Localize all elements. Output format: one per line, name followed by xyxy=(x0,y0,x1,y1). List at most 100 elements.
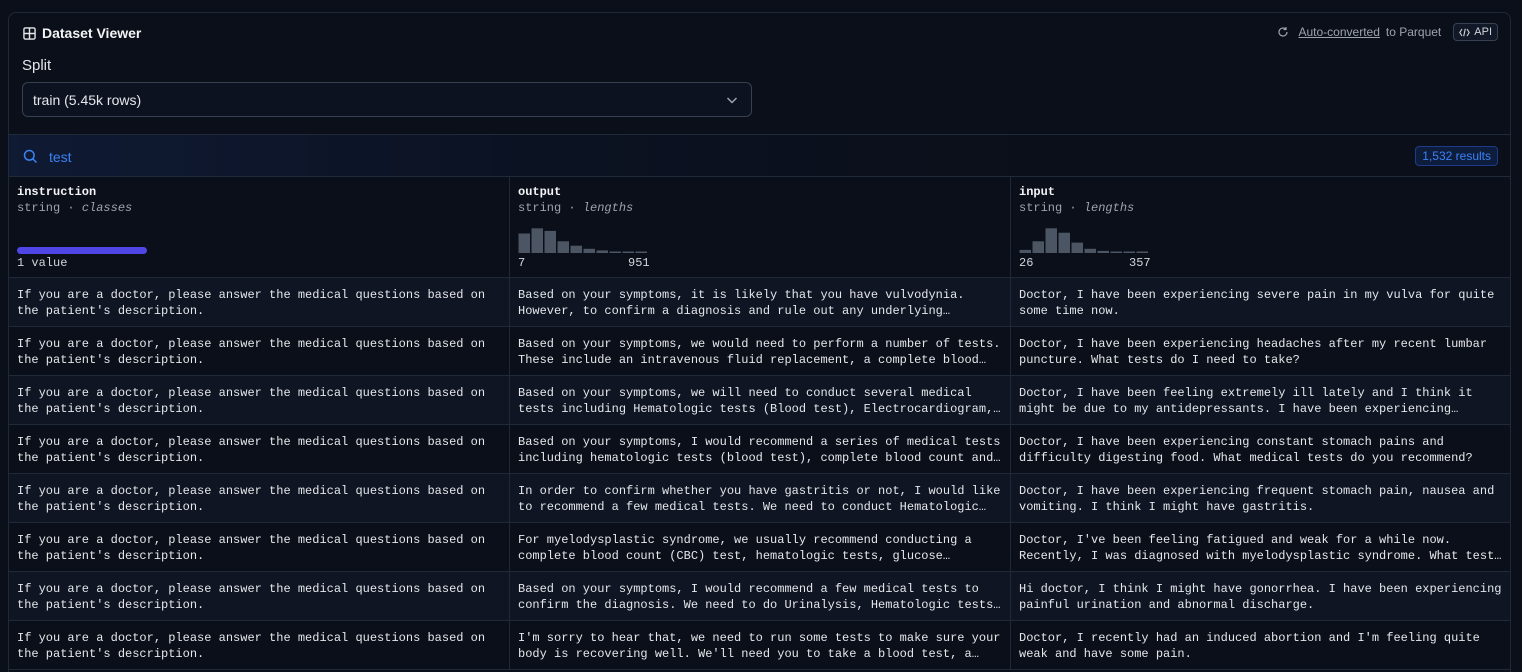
histogram-bar[interactable] xyxy=(1084,248,1097,253)
cell-instruction[interactable]: If you are a doctor, please answer the m… xyxy=(9,572,510,620)
results-badge: 1,532 results xyxy=(1415,146,1498,166)
cell-input[interactable]: Doctor, I have been experiencing constan… xyxy=(1011,425,1510,473)
cell-text: Based on your symptoms, we would need to… xyxy=(518,337,1001,367)
search-input[interactable] xyxy=(49,146,649,168)
histogram-bar[interactable] xyxy=(1136,251,1149,254)
histogram-bar[interactable] xyxy=(1019,249,1032,253)
cell-output[interactable]: Based on your symptoms, it is likely tha… xyxy=(510,278,1011,326)
cell-text: Doctor, I have been experiencing frequen… xyxy=(1019,484,1495,514)
cell-output[interactable]: Based on your symptoms, we will need to … xyxy=(510,376,1011,424)
column-header-instruction[interactable]: instruction string · classes 1 value xyxy=(9,177,510,277)
histogram-bar[interactable] xyxy=(1058,232,1071,253)
cell-input[interactable]: Hi doctor, I think I might have gonorrhe… xyxy=(1011,572,1510,620)
viewer-title-text: Dataset Viewer xyxy=(42,25,142,41)
histogram-bar[interactable] xyxy=(609,251,622,254)
to-parquet-text: to Parquet xyxy=(1385,25,1442,39)
cell-output[interactable]: Based on your symptoms, I would recommen… xyxy=(510,425,1011,473)
cell-instruction[interactable]: If you are a doctor, please answer the m… xyxy=(9,278,510,326)
column-name: instruction xyxy=(17,185,97,199)
table-row[interactable]: If you are a doctor, please answer the m… xyxy=(9,621,1510,670)
cell-text: If you are a doctor, please answer the m… xyxy=(17,386,486,416)
histogram-bar[interactable] xyxy=(1123,251,1136,254)
cell-text: Based on your symptoms, I would recommen… xyxy=(518,435,1001,465)
histogram-bar[interactable] xyxy=(1097,250,1110,253)
cell-instruction[interactable]: If you are a doctor, please answer the m… xyxy=(9,425,510,473)
histogram-bar[interactable] xyxy=(1110,251,1123,254)
cell-output[interactable]: I'm sorry to hear that, we need to run s… xyxy=(510,621,1011,669)
histogram-max: 357 xyxy=(1129,256,1151,270)
table-row[interactable]: If you are a doctor, please answer the m… xyxy=(9,327,1510,376)
histogram-bar[interactable] xyxy=(1032,241,1045,253)
cell-output[interactable]: In order to confirm whether you have gas… xyxy=(510,474,1011,522)
table-row[interactable]: If you are a doctor, please answer the m… xyxy=(9,376,1510,425)
table-row[interactable]: If you are a doctor, please answer the m… xyxy=(9,572,1510,621)
split-label: Split xyxy=(22,57,52,74)
cell-text: Based on your symptoms, we will need to … xyxy=(518,386,994,416)
auto-converted-link[interactable]: Auto-converted xyxy=(1299,25,1380,39)
cell-input[interactable]: Doctor, I recently had an induced aborti… xyxy=(1011,621,1510,669)
column-header-input[interactable]: input string · lengths 26 357 xyxy=(1011,177,1510,277)
cell-text: Doctor, I have been experiencing constan… xyxy=(1019,435,1473,465)
cell-instruction[interactable]: If you are a doctor, please answer the m… xyxy=(9,327,510,375)
length-histogram[interactable] xyxy=(1019,225,1149,253)
cell-input[interactable]: Doctor, I have been feeling extremely il… xyxy=(1011,376,1510,424)
cell-input[interactable]: Doctor, I've been feeling fatigued and w… xyxy=(1011,523,1510,571)
viewer-header: Dataset Viewer Auto-converted to Parquet… xyxy=(9,13,1510,133)
cell-text: I'm sorry to hear that, we need to run s… xyxy=(518,631,1001,661)
column-header-output[interactable]: output string · lengths 7 951 xyxy=(510,177,1011,277)
histogram-bar[interactable] xyxy=(1045,228,1058,253)
table-row[interactable]: If you are a doctor, please answer the m… xyxy=(9,523,1510,572)
header-links: Auto-converted to Parquet API xyxy=(1277,23,1498,41)
histogram-bar[interactable] xyxy=(531,228,544,253)
split-select[interactable]: train (5.45k rows) xyxy=(22,82,752,117)
length-histogram[interactable] xyxy=(518,225,648,253)
table-header: instruction string · classes 1 value out… xyxy=(9,177,1510,278)
column-name: input xyxy=(1019,185,1056,199)
cell-output[interactable]: Based on your symptoms, I would recommen… xyxy=(510,572,1011,620)
api-button[interactable]: API xyxy=(1453,23,1498,41)
histogram-bar[interactable] xyxy=(518,233,531,254)
histogram-bar[interactable] xyxy=(596,250,609,253)
cell-output[interactable]: Based on your symptoms, we would need to… xyxy=(510,327,1011,375)
histogram-bar[interactable] xyxy=(622,251,635,254)
cell-output[interactable]: For myelodysplastic syndrome, we usually… xyxy=(510,523,1011,571)
table-row[interactable]: If you are a doctor, please answer the m… xyxy=(9,278,1510,327)
histogram-bar[interactable] xyxy=(570,245,583,253)
cell-text: Hi doctor, I think I might have gonorrhe… xyxy=(1019,582,1502,612)
column-type: string · lengths xyxy=(518,201,634,215)
cell-text: Based on your symptoms, I would recommen… xyxy=(518,582,994,612)
code-icon xyxy=(1459,28,1471,36)
column-type: string · classes xyxy=(17,201,133,215)
histogram-bar[interactable] xyxy=(544,230,557,253)
cell-instruction[interactable]: If you are a doctor, please answer the m… xyxy=(9,376,510,424)
histogram-bar[interactable] xyxy=(557,241,570,253)
cell-text: Doctor, I have been feeling extremely il… xyxy=(1019,386,1473,416)
cell-instruction[interactable]: If you are a doctor, please answer the m… xyxy=(9,621,510,669)
cell-input[interactable]: Doctor, I have been experiencing frequen… xyxy=(1011,474,1510,522)
cell-text: Based on your symptoms, it is likely tha… xyxy=(518,288,965,318)
histogram-bar[interactable] xyxy=(1071,242,1084,253)
table-row[interactable]: If you are a doctor, please answer the m… xyxy=(9,474,1510,523)
chevron-down-icon xyxy=(726,97,738,104)
cell-text: Doctor, I have been experiencing headach… xyxy=(1019,337,1488,367)
histogram-bar[interactable] xyxy=(635,251,648,254)
cell-instruction[interactable]: If you are a doctor, please answer the m… xyxy=(9,474,510,522)
histogram-max: 951 xyxy=(628,256,650,270)
cell-text: If you are a doctor, please answer the m… xyxy=(17,533,486,563)
table-icon xyxy=(23,26,36,40)
cell-input[interactable]: Doctor, I have been experiencing headach… xyxy=(1011,327,1510,375)
refresh-icon xyxy=(1277,27,1288,37)
cell-text: For myelodysplastic syndrome, we usually… xyxy=(518,533,972,563)
search-bar: 1,532 results xyxy=(9,134,1510,177)
cell-input[interactable]: Doctor, I have been experiencing severe … xyxy=(1011,278,1510,326)
table-row[interactable]: If you are a doctor, please answer the m… xyxy=(9,425,1510,474)
split-selected-value: train (5.45k rows) xyxy=(33,91,142,108)
cell-text: If you are a doctor, please answer the m… xyxy=(17,582,486,612)
cell-instruction[interactable]: If you are a doctor, please answer the m… xyxy=(9,523,510,571)
cell-text: In order to confirm whether you have gas… xyxy=(518,484,1001,514)
class-summary: 1 value xyxy=(17,256,68,270)
column-type: string · lengths xyxy=(1019,201,1135,215)
class-bar[interactable] xyxy=(17,247,147,254)
histogram-bar[interactable] xyxy=(583,248,596,253)
cell-text: If you are a doctor, please answer the m… xyxy=(17,337,486,367)
